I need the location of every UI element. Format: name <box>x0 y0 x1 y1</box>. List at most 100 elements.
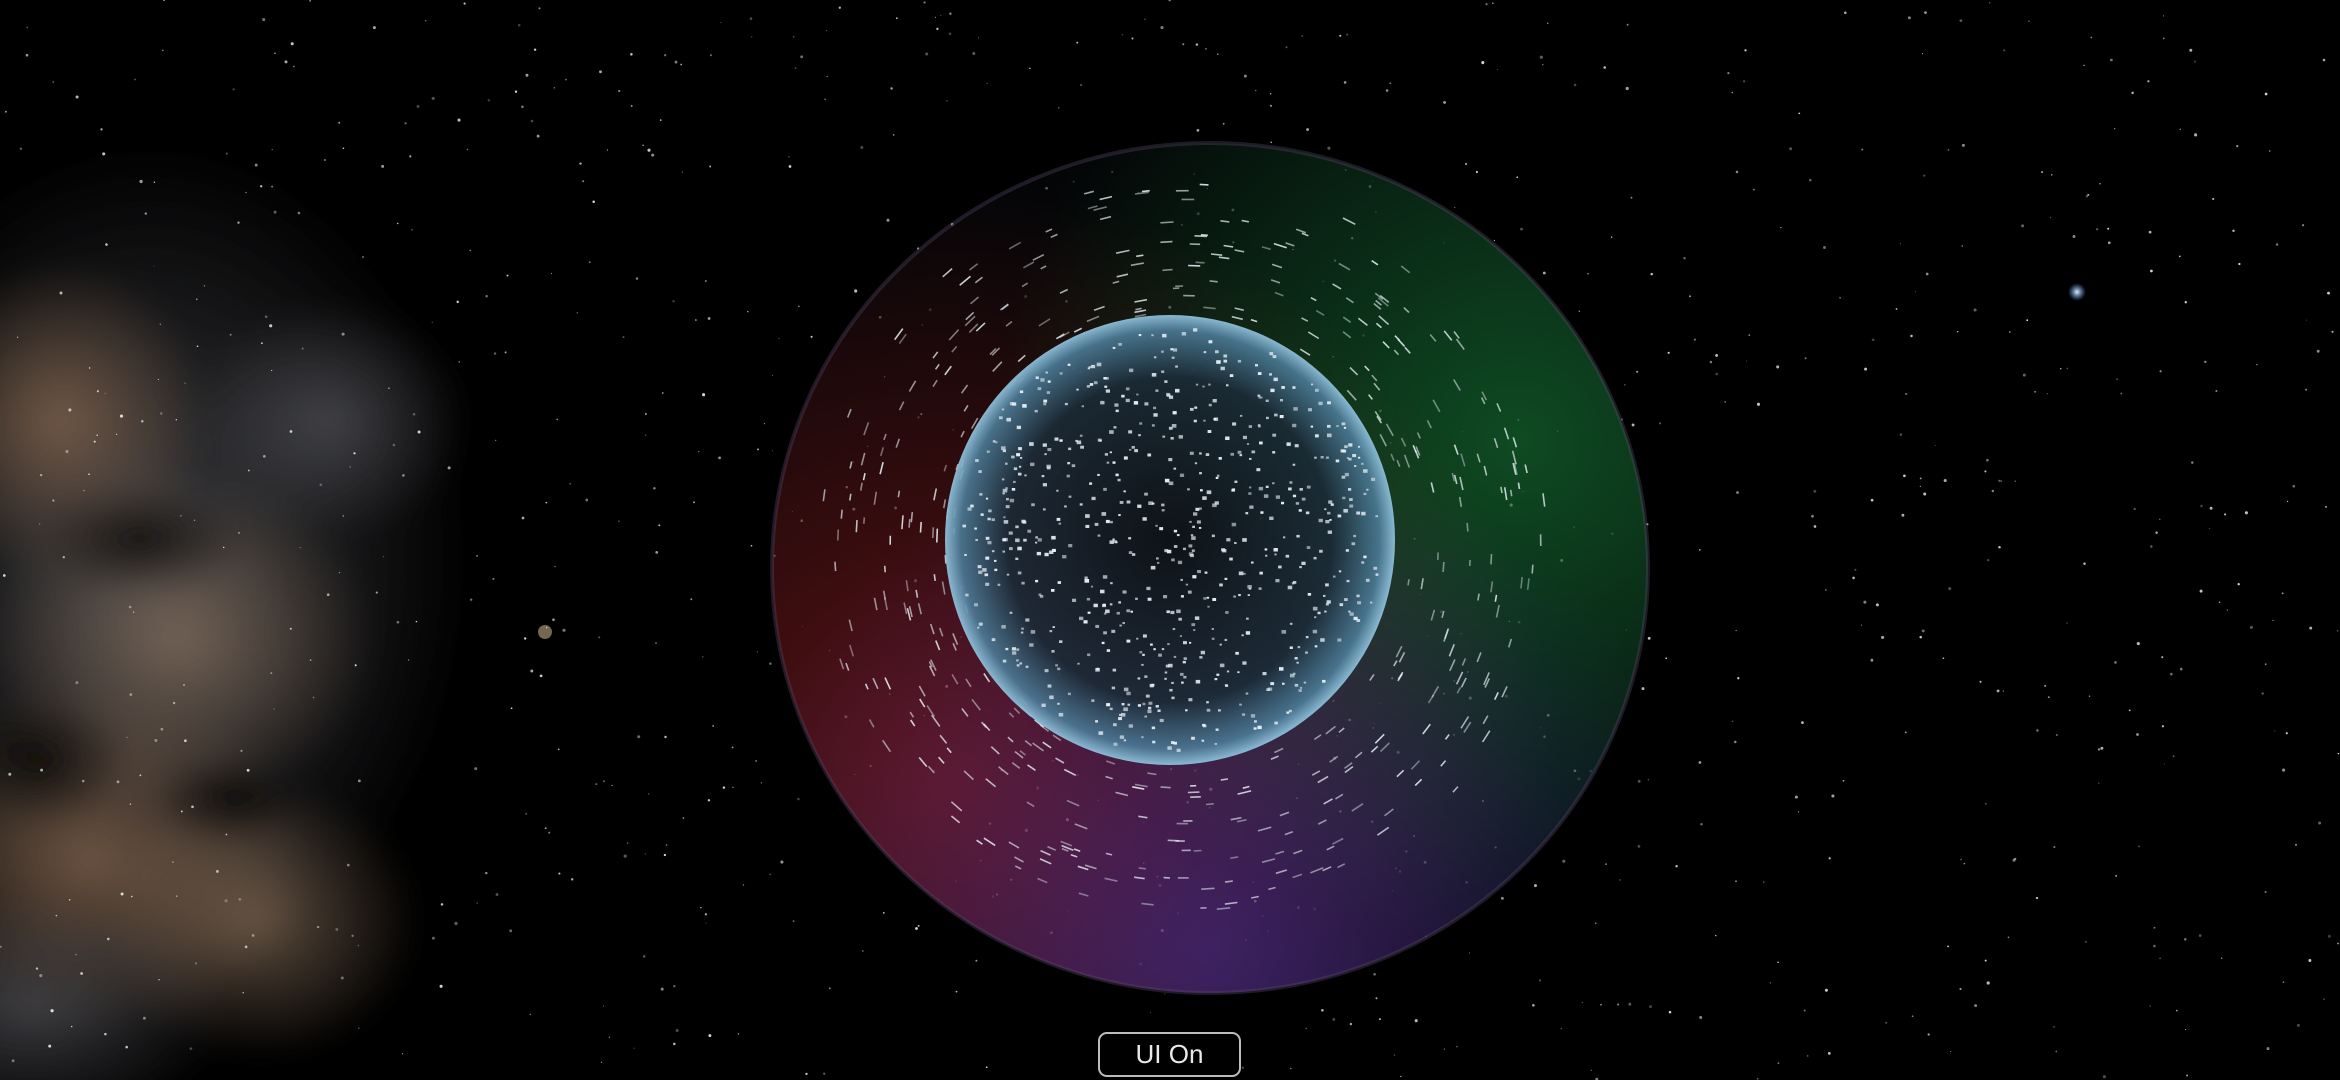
star <box>1196 129 1200 132</box>
core-particle <box>1213 417 1219 421</box>
star <box>630 105 633 107</box>
star <box>2090 36 2093 39</box>
star <box>351 934 354 938</box>
star <box>1742 80 1746 83</box>
star <box>509 929 513 933</box>
core-particle <box>1188 698 1193 702</box>
star <box>664 735 667 739</box>
ui-toggle-button[interactable]: UI On <box>1098 1032 1241 1077</box>
core-particle <box>1366 488 1369 491</box>
star <box>707 799 711 802</box>
core-particle <box>1138 334 1142 337</box>
shell-particle <box>1220 220 1230 223</box>
core-particle <box>1270 682 1275 686</box>
star <box>763 423 765 425</box>
star <box>940 14 942 16</box>
core-particle <box>1075 439 1078 442</box>
star <box>1647 778 1650 781</box>
star <box>4 110 7 113</box>
star <box>1493 239 1496 242</box>
star <box>1625 86 1629 91</box>
core-particle <box>1299 686 1303 689</box>
star <box>1769 982 1771 984</box>
star <box>284 60 288 64</box>
star <box>1587 272 1589 275</box>
core-particle <box>1254 720 1257 723</box>
core-particle <box>1002 492 1005 495</box>
star <box>665 844 668 846</box>
star <box>96 434 98 436</box>
core-particle <box>1263 494 1269 498</box>
core-particle <box>1035 376 1039 380</box>
star <box>1852 576 1855 580</box>
star <box>495 439 497 441</box>
star <box>362 256 364 258</box>
core-particle <box>994 568 998 572</box>
core-particle <box>999 416 1003 420</box>
core-particle <box>1189 520 1192 523</box>
star <box>1637 780 1641 783</box>
star <box>2128 709 2131 712</box>
core-particle <box>985 536 990 540</box>
core-particle <box>1179 473 1185 477</box>
star <box>800 55 804 59</box>
core-particle <box>1203 351 1207 354</box>
core-particle <box>1173 348 1178 352</box>
star <box>2159 518 2161 521</box>
star <box>52 499 55 502</box>
core-particle <box>1192 525 1195 528</box>
core-particle <box>1147 453 1152 457</box>
core-particle <box>1281 386 1285 389</box>
star <box>132 611 135 613</box>
shell-particle <box>1500 486 1503 494</box>
core-particle <box>1289 622 1293 625</box>
star <box>1500 896 1504 900</box>
core-particle <box>1199 656 1203 659</box>
star <box>105 243 108 246</box>
core-particle <box>1013 467 1018 471</box>
core-particle <box>977 626 980 629</box>
star <box>1542 271 1546 275</box>
star <box>557 748 560 751</box>
core-particle <box>1051 535 1056 540</box>
core-particle <box>1238 571 1244 576</box>
core-particle <box>1144 402 1149 406</box>
star <box>457 118 461 122</box>
star <box>1715 934 1717 937</box>
core-particle <box>1285 554 1290 558</box>
star <box>653 487 656 490</box>
core-particle <box>1266 688 1270 691</box>
star <box>246 768 250 772</box>
star <box>340 976 344 980</box>
star <box>579 162 582 165</box>
star <box>1735 629 1737 632</box>
star <box>48 1044 52 1048</box>
star <box>2305 319 2308 321</box>
star <box>1776 365 1780 369</box>
core-particle <box>1214 743 1217 745</box>
star <box>1659 422 1662 425</box>
core-particle <box>1006 573 1010 576</box>
core-particle <box>1251 450 1256 454</box>
core-particle <box>1178 435 1183 439</box>
core-particle <box>1265 485 1269 488</box>
star <box>1813 489 1817 493</box>
core-particle <box>1375 573 1379 576</box>
core-particle <box>1171 681 1174 684</box>
core-particle <box>1170 348 1174 351</box>
core-particle <box>1095 624 1100 628</box>
core-particle <box>1109 603 1113 606</box>
core-particle <box>1290 673 1295 678</box>
star <box>2249 625 2253 629</box>
star <box>1875 603 1879 607</box>
star <box>655 642 657 645</box>
core-particle <box>1178 617 1182 621</box>
core-particle <box>1059 640 1063 643</box>
star <box>690 598 693 601</box>
star <box>672 300 675 303</box>
core-particle <box>1125 387 1130 391</box>
core-particle <box>1295 502 1300 505</box>
core-particle <box>1219 663 1225 668</box>
star <box>1619 878 1621 881</box>
core-particle <box>964 553 967 556</box>
